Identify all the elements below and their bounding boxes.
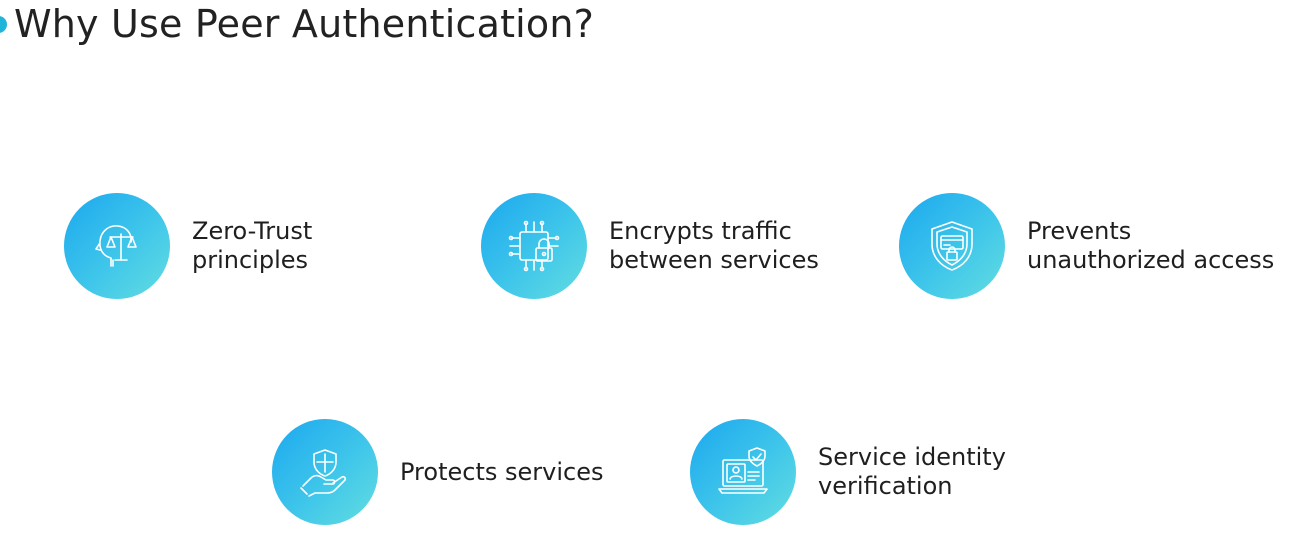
feature-label: Zero-Trust principles [192,217,312,275]
justice-head-icon [95,225,137,267]
feature-label: Prevents unauthorized access [1027,217,1274,275]
feature-label: Encrypts traffic between services [609,217,819,275]
feature-label-line1: Zero-Trust [192,217,313,245]
page-title: Why Use Peer Authentication? [14,2,595,46]
circuit-lock-icon [508,220,560,272]
feature-prevents-unauthorized-access: Prevents unauthorized access [899,193,1274,299]
feature-label-line2: verification [818,472,953,500]
feature-service-identity-verification: Service identity verification [690,419,1006,525]
feature-label: Service identity verification [818,443,1006,501]
feature-label: Protects services [400,458,603,487]
feature-label-line2: between services [609,246,819,274]
feature-label-line2: unauthorized access [1027,246,1275,274]
feature-label-line1: Service identity [818,443,1006,471]
feature-label-line1: Protects services [400,457,604,486]
shield-card-lock-icon [931,221,973,271]
laptop-identity-check-icon [718,447,768,494]
title-bullet-dot [0,16,7,33]
feature-protects-services: Protects services [272,419,603,525]
feature-zero-trust: Zero-Trust principles [64,193,312,299]
feature-icon-circle [481,193,587,299]
hand-shield-icon [300,449,347,497]
feature-icon-circle [899,193,1005,299]
feature-icon-circle [64,193,170,299]
feature-label-line2: principles [192,246,309,274]
feature-encrypts-traffic: Encrypts traffic between services [481,193,819,299]
feature-label-line1: Prevents [1027,217,1132,245]
feature-icon-circle [272,419,378,525]
feature-icon-circle [690,419,796,525]
feature-label-line1: Encrypts traffic [609,217,792,245]
